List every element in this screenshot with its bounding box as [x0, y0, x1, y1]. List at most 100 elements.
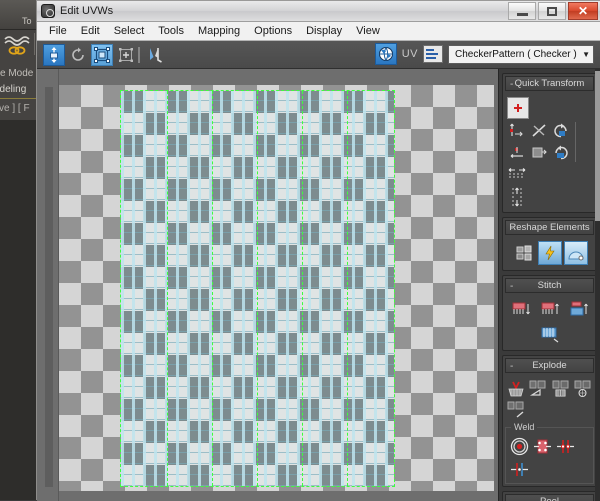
rollout-title: Quick Transform: [515, 78, 585, 89]
background-underline: [0, 98, 38, 99]
weld-center-icon[interactable]: [509, 459, 530, 480]
window-titlebar[interactable]: Edit UVWs ✕: [37, 1, 600, 22]
rollout-title: Explode: [532, 360, 566, 371]
menubar: File Edit Select Tools Mapping Options D…: [37, 22, 600, 41]
background-divider: [34, 33, 35, 55]
rollout-title: Stitch: [538, 280, 562, 291]
weld-shared-icon[interactable]: [555, 436, 576, 457]
weld-selected-icon[interactable]: [532, 436, 553, 457]
canvas-left-gutter: [37, 69, 59, 501]
stitch-custom-icon[interactable]: [568, 299, 590, 321]
mirror-icon[interactable]: [145, 44, 167, 66]
weld-subgroup: Weld: [505, 427, 594, 484]
rollout-title: Peel: [540, 496, 559, 501]
flip-horizontal-icon[interactable]: [529, 143, 549, 163]
material-combo-value: CheckerPattern ( Checker ): [455, 49, 577, 60]
rollout-header-stitch[interactable]: - Stitch: [505, 278, 594, 293]
edit-uvws-window: Edit UVWs ✕ File Edit Select Tools Mappi…: [36, 0, 600, 500]
link-icon: [8, 46, 26, 55]
minimize-button[interactable]: [508, 2, 536, 20]
canvas-top-ruler: [37, 69, 499, 85]
background-text-fragment-2: odeling: [0, 84, 26, 95]
uv-seam-line: [212, 91, 213, 486]
background-text-fragment-3: ve ] [ F: [0, 103, 30, 114]
relax-dome-icon[interactable]: [564, 241, 588, 265]
rotate-icon[interactable]: [67, 44, 89, 66]
weld-label: Weld: [511, 422, 537, 432]
explode-settings-icon[interactable]: [506, 400, 525, 419]
window-title: Edit UVWs: [60, 5, 113, 17]
break-apart-icon[interactable]: [506, 379, 525, 398]
rollout-reshape-elements: - Reshape Elements: [502, 217, 597, 271]
rollout-header-quick-transform[interactable]: - Quick Transform: [505, 76, 594, 91]
target-weld-icon[interactable]: [509, 436, 530, 457]
uv-channel-list-icon[interactable]: [423, 45, 443, 63]
rollout-title: Reshape Elements: [509, 222, 589, 233]
stitch-source-icon[interactable]: [510, 299, 532, 321]
toolbar-separator: [138, 47, 140, 63]
collapse-icon: -: [510, 78, 513, 91]
explode-angle-icon[interactable]: [529, 379, 548, 398]
menu-options[interactable]: Options: [247, 23, 299, 39]
panel-scrollbar-thumb[interactable]: [595, 71, 600, 221]
align-vertical-icon[interactable]: [507, 121, 527, 141]
background-tool-label: To: [22, 16, 32, 26]
uv-seam-line: [257, 91, 258, 486]
menu-edit[interactable]: Edit: [74, 23, 107, 39]
uv-edit-canvas[interactable]: [37, 69, 499, 501]
maximize-button[interactable]: [538, 2, 566, 20]
explode-polygon-icon[interactable]: [551, 379, 570, 398]
menu-file[interactable]: File: [42, 23, 74, 39]
max-uvw-icon: [41, 4, 55, 18]
panel-separator: [575, 122, 576, 162]
uv-channel-label: UV: [402, 48, 418, 60]
uv-canvas-surface[interactable]: [59, 85, 494, 491]
menu-view[interactable]: View: [349, 23, 387, 39]
main-toolbar: UV CheckerPattern ( Checker ) ▼: [37, 41, 600, 69]
straighten-icon[interactable]: [512, 241, 536, 265]
close-icon: ✕: [578, 5, 588, 17]
rotate-cw-icon[interactable]: [551, 143, 571, 163]
rollout-explode: - Explode: [502, 355, 597, 487]
space-horizontal-icon[interactable]: [507, 165, 527, 185]
collapse-icon: -: [510, 280, 513, 293]
collapse-icon: -: [510, 360, 513, 373]
uv-shell-outline[interactable]: [121, 91, 394, 486]
move-icon[interactable]: [43, 44, 65, 66]
panel-scrollbar[interactable]: [595, 69, 600, 501]
menu-display[interactable]: Display: [299, 23, 349, 39]
rollout-header-reshape-elements[interactable]: - Reshape Elements: [505, 220, 594, 235]
relax-lightning-icon[interactable]: [538, 241, 562, 265]
stitch-dialog-icon[interactable]: [539, 323, 561, 345]
background-text-fragment-1: e Mode: [0, 68, 33, 79]
command-panel: - Quick Transform: [498, 69, 600, 501]
rollout-header-explode[interactable]: - Explode: [505, 358, 594, 373]
canvas-vertical-scrollbar[interactable]: [45, 87, 53, 487]
chevron-down-icon: ▼: [582, 50, 590, 59]
rollout-quick-transform: - Quick Transform: [502, 73, 597, 213]
space-vertical-icon[interactable]: [507, 187, 527, 207]
explode-element-icon[interactable]: [574, 379, 593, 398]
minimize-icon: [517, 13, 528, 16]
menu-select[interactable]: Select: [107, 23, 152, 39]
scale-icon[interactable]: [91, 44, 113, 66]
align-horizontal-icon[interactable]: [507, 143, 527, 163]
rotate-ccw-icon[interactable]: [551, 121, 571, 141]
rollout-stitch: - Stitch: [502, 275, 597, 351]
maximize-icon: [547, 7, 557, 16]
collapse-icon: -: [510, 222, 513, 235]
stitch-target-icon[interactable]: [539, 299, 561, 321]
uv-seam-line: [167, 91, 168, 486]
show-map-globe-icon[interactable]: [375, 43, 397, 65]
toolbar-right-group: UV CheckerPattern ( Checker ) ▼: [375, 43, 594, 65]
freeform-icon[interactable]: [115, 44, 137, 66]
close-button[interactable]: ✕: [568, 2, 598, 20]
uv-seam-line: [302, 91, 303, 486]
uv-seam-line: [347, 91, 348, 486]
relax-flat-icon[interactable]: [507, 97, 529, 119]
menu-mapping[interactable]: Mapping: [191, 23, 247, 39]
align-edge-icon[interactable]: [529, 121, 549, 141]
collapse-icon: -: [510, 496, 513, 501]
material-combo[interactable]: CheckerPattern ( Checker ) ▼: [448, 45, 594, 64]
menu-tools[interactable]: Tools: [151, 23, 191, 39]
